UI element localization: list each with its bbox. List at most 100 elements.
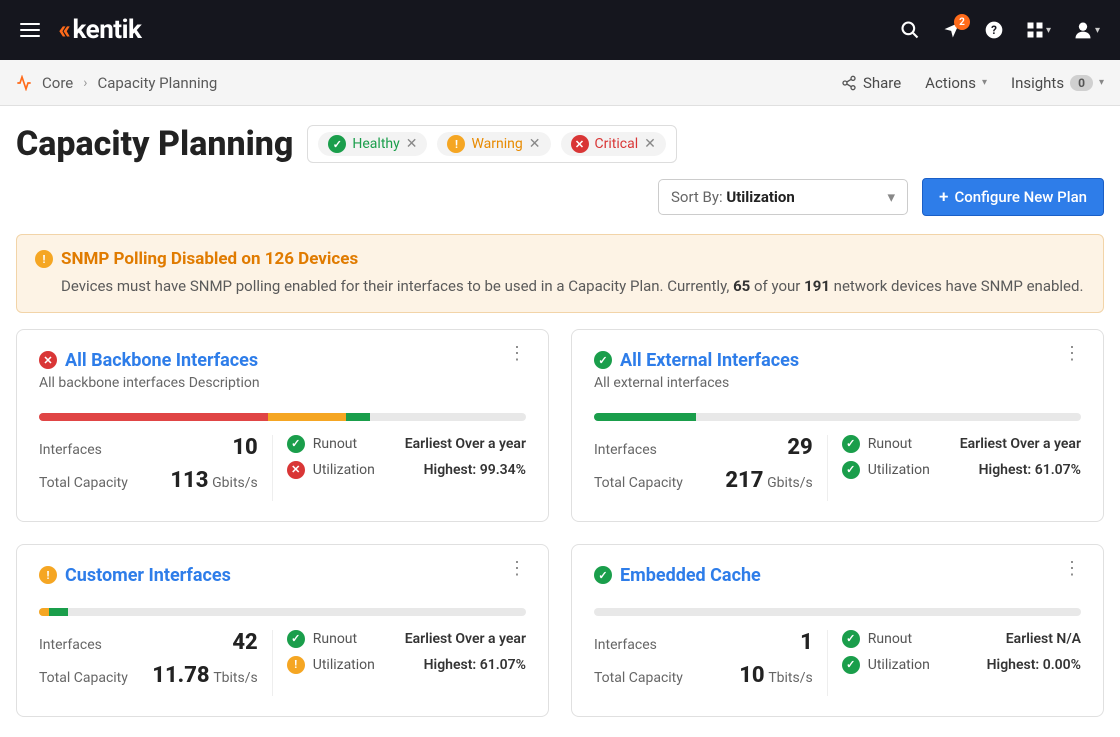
search-icon[interactable] <box>900 20 920 40</box>
configure-label: Configure New Plan <box>954 188 1087 206</box>
capacity-label: Total Capacity <box>39 475 128 491</box>
kebab-icon[interactable]: ⋮ <box>508 350 526 357</box>
capacity-unit: Tbits/s <box>768 670 812 686</box>
cards-grid: ✕ All Backbone Interfaces All backbone i… <box>0 329 1120 737</box>
alert-title: ! SNMP Polling Disabled on 126 Devices <box>35 249 1085 269</box>
interfaces-label: Interfaces <box>594 442 657 458</box>
warning-icon: ! <box>287 656 305 674</box>
plan-card: ✓ All External Interfaces All external i… <box>571 329 1104 522</box>
kebab-icon[interactable]: ⋮ <box>508 565 526 572</box>
capacity-label: Total Capacity <box>39 670 128 686</box>
capacity-unit: Tbits/s <box>213 670 257 686</box>
insights-label: Insights <box>1011 74 1064 92</box>
critical-icon: ✕ <box>287 461 305 479</box>
check-icon: ✓ <box>287 630 305 648</box>
top-nav: ‹‹ kentik 2 ? ▾ ▾ <box>0 0 1120 60</box>
interfaces-label: Interfaces <box>39 637 102 653</box>
alert-body: Devices must have SNMP polling enabled f… <box>35 275 1085 298</box>
warning-icon: ! <box>447 135 465 153</box>
chevron-down-icon: ▾ <box>1099 77 1104 88</box>
close-icon[interactable]: ✕ <box>406 136 418 152</box>
share-button[interactable]: Share <box>841 74 901 92</box>
check-icon: ✓ <box>287 435 305 453</box>
check-icon: ✓ <box>842 630 860 648</box>
utilization-value: Highest: 61.07% <box>424 657 526 673</box>
warning-icon: ! <box>39 566 57 584</box>
check-icon: ✓ <box>842 435 860 453</box>
utilization-bar <box>594 608 1081 616</box>
capacity-value: 113 <box>170 468 208 493</box>
card-title[interactable]: Embedded Cache <box>620 565 761 586</box>
insights-button[interactable]: Insights 0 ▾ <box>1011 74 1104 92</box>
capacity-unit: Gbits/s <box>767 475 813 491</box>
capacity-label: Total Capacity <box>594 670 683 686</box>
warning-icon: ! <box>35 250 53 268</box>
filter-warning[interactable]: ! Warning ✕ <box>437 132 550 156</box>
menu-icon[interactable] <box>20 23 40 37</box>
critical-icon: ✕ <box>571 135 589 153</box>
breadcrumb-page[interactable]: Capacity Planning <box>97 74 217 92</box>
check-icon: ✓ <box>842 656 860 674</box>
critical-icon: ✕ <box>39 351 57 369</box>
chevron-down-icon: ▾ <box>1095 25 1100 36</box>
interfaces-value: 1 <box>800 630 813 655</box>
kebab-icon[interactable]: ⋮ <box>1063 565 1081 572</box>
filter-healthy[interactable]: ✓ Healthy ✕ <box>318 132 427 156</box>
share-icon <box>841 75 857 91</box>
logo[interactable]: ‹‹ kentik <box>58 15 141 45</box>
runout-label: Runout <box>313 631 357 647</box>
configure-new-plan-button[interactable]: + Configure New Plan <box>922 178 1104 216</box>
card-title[interactable]: All Backbone Interfaces <box>65 350 258 371</box>
chevron-down-icon: ▾ <box>982 77 987 88</box>
capacity-label: Total Capacity <box>594 475 683 491</box>
check-icon: ✓ <box>328 135 346 153</box>
logo-mark-icon: ‹‹ <box>58 15 67 45</box>
insights-count: 0 <box>1070 75 1093 91</box>
capacity-value: 10 <box>739 663 764 688</box>
utilization-value: Highest: 99.34% <box>424 462 526 478</box>
breadcrumb-bar: Core › Capacity Planning Share Actions ▾… <box>0 60 1120 106</box>
sort-value: Utilization <box>726 188 794 206</box>
runout-value: Earliest Over a year <box>405 631 526 647</box>
actions-label: Actions <box>925 74 976 92</box>
plan-card: ✕ All Backbone Interfaces All backbone i… <box>16 329 549 522</box>
filter-critical[interactable]: ✕ Critical ✕ <box>561 132 666 156</box>
share-label: Share <box>863 74 901 92</box>
logo-text: kentik <box>73 15 142 45</box>
notifications-icon[interactable]: 2 <box>942 20 962 40</box>
plan-card: ! Customer Interfaces ⋮ Interfaces 42 To… <box>16 544 549 717</box>
page-header: Capacity Planning ✓ Healthy ✕ ! Warning … <box>0 106 1120 228</box>
plan-card: ✓ Embedded Cache ⋮ Interfaces 1 Total Ca… <box>571 544 1104 717</box>
runout-label: Runout <box>868 436 912 452</box>
interfaces-label: Interfaces <box>594 637 657 653</box>
utilization-bar <box>39 608 526 616</box>
actions-button[interactable]: Actions ▾ <box>925 74 987 92</box>
utilization-label: Utilization <box>868 462 930 478</box>
utilization-value: Highest: 61.07% <box>979 462 1081 478</box>
card-description: All backbone interfaces Description <box>39 375 260 391</box>
card-title[interactable]: All External Interfaces <box>620 350 799 371</box>
utilization-bar <box>39 413 526 421</box>
capacity-value: 11.78 <box>152 663 209 688</box>
sort-select[interactable]: Sort By: Utilization <box>658 179 908 215</box>
plus-icon: + <box>939 187 948 207</box>
help-icon[interactable]: ? <box>984 20 1004 40</box>
card-title[interactable]: Customer Interfaces <box>65 565 231 586</box>
capacity-value: 217 <box>725 468 763 493</box>
close-icon[interactable]: ✕ <box>529 136 541 152</box>
utilization-label: Utilization <box>313 462 375 478</box>
runout-value: Earliest N/A <box>1006 631 1081 647</box>
kebab-icon[interactable]: ⋮ <box>1063 350 1081 357</box>
interfaces-label: Interfaces <box>39 442 102 458</box>
breadcrumb-core[interactable]: Core <box>42 74 73 92</box>
filter-warning-label: Warning <box>471 136 522 152</box>
runout-value: Earliest Over a year <box>960 436 1081 452</box>
alert-title-text: SNMP Polling Disabled on 126 Devices <box>61 249 358 269</box>
user-icon[interactable]: ▾ <box>1073 20 1100 40</box>
utilization-value: Highest: 0.00% <box>987 657 1081 673</box>
notification-badge: 2 <box>954 14 970 30</box>
utilization-label: Utilization <box>868 657 930 673</box>
apps-icon[interactable]: ▾ <box>1026 21 1051 39</box>
close-icon[interactable]: ✕ <box>644 136 656 152</box>
runout-label: Runout <box>313 436 357 452</box>
